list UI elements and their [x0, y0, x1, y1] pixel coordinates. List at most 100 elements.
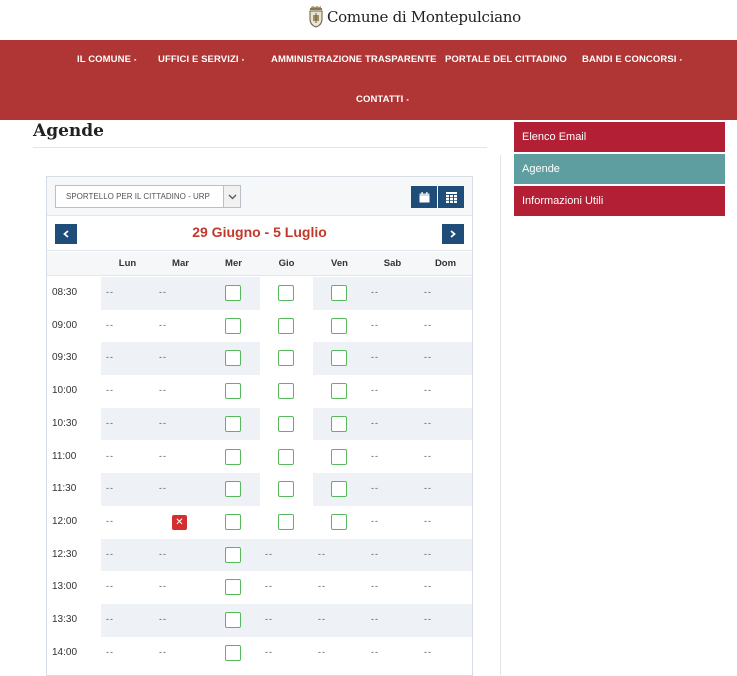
- next-week-button[interactable]: [442, 224, 464, 244]
- slot-cell-mer[interactable]: [207, 538, 260, 572]
- slot-cell-gio[interactable]: [260, 342, 313, 376]
- slot-cell-dom: --: [419, 277, 472, 310]
- slot-cell-mer[interactable]: [207, 375, 260, 408]
- empty-slot-mark: --: [371, 614, 379, 624]
- empty-slot-mark: --: [159, 417, 167, 428]
- empty-slot-mark: --: [424, 581, 432, 592]
- slot-row-1100: 11:00 -- -- -- --: [47, 440, 472, 474]
- available-slot-checkbox[interactable]: [278, 285, 294, 301]
- slot-cell-mar: --: [154, 407, 207, 441]
- available-slot-checkbox[interactable]: [225, 285, 241, 301]
- slot-cell-ven[interactable]: [313, 505, 366, 539]
- available-slot-checkbox[interactable]: [225, 350, 241, 367]
- available-slot-checkbox[interactable]: [225, 383, 241, 400]
- nav-item-bandi-e-concorsi[interactable]: BANDI E CONCORSI ▪: [582, 54, 682, 65]
- nav-item-portale-del-cittadino[interactable]: PORTALE DEL CITTADINO: [445, 54, 567, 65]
- slot-cell-mer[interactable]: [207, 604, 260, 637]
- available-slot-checkbox[interactable]: [331, 350, 347, 367]
- slot-cell-mer[interactable]: [207, 277, 260, 310]
- empty-slot-mark: --: [318, 548, 326, 559]
- slot-time: 10:30: [52, 417, 78, 429]
- slot-cell-mer[interactable]: [207, 309, 260, 343]
- slot-cell-mer[interactable]: [207, 505, 260, 539]
- slot-cell-ven[interactable]: [313, 440, 366, 474]
- available-slot-checkbox[interactable]: [225, 481, 241, 498]
- empty-slot-mark: --: [106, 417, 114, 428]
- week-view-button[interactable]: [411, 186, 437, 208]
- available-slot-checkbox[interactable]: [331, 383, 347, 400]
- nav-item-uffici-e-servizi[interactable]: UFFICI E SERVIZI ▪: [158, 54, 244, 65]
- slot-cell-mer[interactable]: [207, 473, 260, 506]
- slot-cell-gio[interactable]: [260, 407, 313, 441]
- slot-cell-mer[interactable]: [207, 342, 260, 376]
- sidebar-item-informazioni-utili[interactable]: Informazioni Utili: [514, 186, 725, 216]
- month-view-button[interactable]: [438, 186, 464, 208]
- slot-cell-mer[interactable]: [207, 571, 260, 604]
- slot-cell-ven[interactable]: [313, 375, 366, 408]
- slot-cell-gio[interactable]: [260, 505, 313, 539]
- available-slot-checkbox[interactable]: [225, 546, 241, 563]
- available-slot-checkbox[interactable]: [278, 383, 294, 400]
- slot-cell-gio[interactable]: [260, 277, 313, 310]
- nav-item-amministrazione-trasparente[interactable]: AMMINISTRAZIONE TRASPARENTE: [271, 54, 437, 65]
- day-header-gio: Gio: [278, 258, 295, 269]
- empty-slot-mark: --: [159, 483, 167, 494]
- slot-cell-mar: --: [154, 342, 207, 376]
- calendar-icon: [419, 191, 429, 202]
- slot-cell-dom: --: [419, 604, 472, 637]
- available-slot-checkbox[interactable]: [278, 448, 294, 465]
- available-slot-checkbox[interactable]: [225, 644, 241, 661]
- empty-slot-mark: --: [424, 450, 432, 461]
- slot-cell-mer[interactable]: [207, 407, 260, 441]
- slot-cell-mer[interactable]: [207, 636, 260, 670]
- slot-cell-gio[interactable]: [260, 473, 313, 506]
- slot-cell-gio[interactable]: [260, 309, 313, 343]
- sidebar-item-elenco-email[interactable]: Elenco Email: [514, 122, 725, 152]
- slot-cell-lun: --: [101, 407, 154, 441]
- slot-cell-ven[interactable]: [313, 473, 366, 506]
- service-select[interactable]: SPORTELLO PER IL CITTADINO - URP: [55, 185, 241, 208]
- day-header-mer: Mer: [225, 258, 242, 269]
- available-slot-checkbox[interactable]: [278, 350, 294, 367]
- available-slot-checkbox[interactable]: [225, 579, 241, 596]
- slot-cell-sab: --: [366, 375, 419, 408]
- nav-item-il-comune[interactable]: IL COMUNE ▪: [77, 54, 137, 65]
- available-slot-checkbox[interactable]: [278, 513, 294, 530]
- sidebar-item-agende[interactable]: Agende: [514, 154, 725, 184]
- available-slot-checkbox[interactable]: [225, 513, 241, 530]
- slot-cell-sab: --: [366, 407, 419, 441]
- available-slot-checkbox[interactable]: [225, 317, 241, 334]
- slot-time: 09:30: [52, 352, 78, 364]
- nav-item-contatti[interactable]: CONTATTI ▪: [356, 94, 409, 105]
- slot-cell-ven[interactable]: [313, 342, 366, 376]
- slot-cell-lun: --: [101, 636, 154, 670]
- available-slot-checkbox[interactable]: [331, 448, 347, 465]
- empty-slot-mark: --: [159, 548, 167, 559]
- available-slot-checkbox[interactable]: [278, 415, 294, 432]
- empty-slot-mark: --: [424, 287, 432, 297]
- slot-cell-ven[interactable]: [313, 407, 366, 441]
- slot-cell-mer[interactable]: [207, 440, 260, 474]
- slot-cell-gio: --: [260, 604, 313, 637]
- available-slot-checkbox[interactable]: [225, 612, 241, 628]
- available-slot-checkbox[interactable]: [331, 513, 347, 530]
- available-slot-checkbox[interactable]: [331, 317, 347, 334]
- slot-row-1030: 10:30 -- -- -- --: [47, 407, 472, 441]
- available-slot-checkbox[interactable]: [331, 415, 347, 432]
- slot-cell-gio[interactable]: [260, 375, 313, 408]
- slot-cell-dom: --: [419, 571, 472, 604]
- empty-slot-mark: --: [265, 548, 273, 559]
- slot-cell-ven[interactable]: [313, 309, 366, 343]
- chevron-down-icon[interactable]: [223, 186, 240, 207]
- available-slot-checkbox[interactable]: [225, 448, 241, 465]
- site-logo[interactable]: Comune di Montepulciano: [307, 6, 521, 28]
- slot-cell-gio[interactable]: [260, 440, 313, 474]
- slot-cell-lun: --: [101, 473, 154, 506]
- available-slot-checkbox[interactable]: [278, 481, 294, 498]
- available-slot-checkbox[interactable]: [331, 481, 347, 498]
- grid-icon: [445, 191, 457, 203]
- available-slot-checkbox[interactable]: [225, 415, 241, 432]
- slot-cell-ven[interactable]: [313, 277, 366, 310]
- available-slot-checkbox[interactable]: [278, 317, 294, 334]
- available-slot-checkbox[interactable]: [331, 285, 347, 301]
